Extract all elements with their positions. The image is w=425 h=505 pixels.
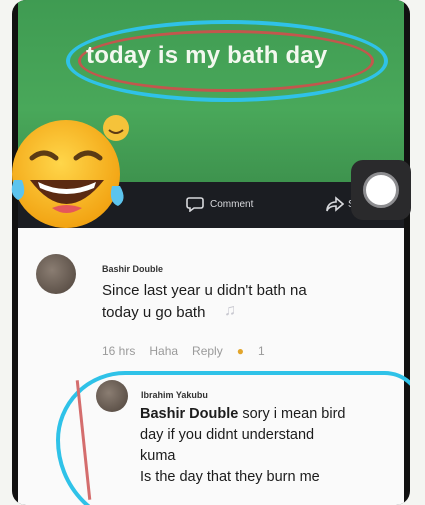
comments-section: Bashir Double Since last year u didn't b…: [18, 228, 410, 505]
laughing-emoji-icon: [11, 115, 129, 228]
comment-icon: [186, 197, 204, 212]
reply-author: Ibrahim Yakubu: [141, 390, 208, 400]
reply-mention[interactable]: Bashir Double: [140, 406, 238, 422]
avatar: [96, 380, 128, 412]
comment-label: Comment: [210, 198, 254, 210]
reply-line3: kuma: [140, 448, 176, 464]
comment-text-line1: Since last year u didn't bath na: [102, 282, 307, 299]
phone-frame: today is my bath day Comment Sh Bashir D…: [12, 0, 410, 505]
avatar: [36, 254, 76, 294]
comment-author: Bashir Double: [102, 264, 164, 274]
reply-line1: sory i mean bird: [238, 406, 346, 422]
reply-line2: day if you didnt understand: [140, 427, 315, 443]
reply-text: Bashir Double sory i mean bird day if yo…: [140, 404, 380, 488]
haha-reaction-button[interactable]: Haha: [149, 344, 178, 358]
laugh-reaction-icon: ●: [236, 344, 244, 358]
music-note-icon: ♫: [224, 302, 236, 319]
reaction-count: 1: [257, 344, 265, 358]
record-knob-icon: [363, 172, 399, 208]
comment-text-line2: today u go bath: [102, 304, 206, 321]
comment-time: 16 hrs: [102, 344, 136, 358]
reply-line4: Is the day that they burn me: [140, 469, 320, 485]
comment-button[interactable]: Comment: [186, 196, 253, 212]
post-text: today is my bath day: [86, 42, 328, 69]
reply-button[interactable]: Reply: [192, 344, 223, 358]
comment-meta: 16 hrs Haha Reply ● 1: [102, 344, 265, 358]
share-icon: [326, 196, 344, 212]
screen-record-button[interactable]: [351, 160, 411, 220]
